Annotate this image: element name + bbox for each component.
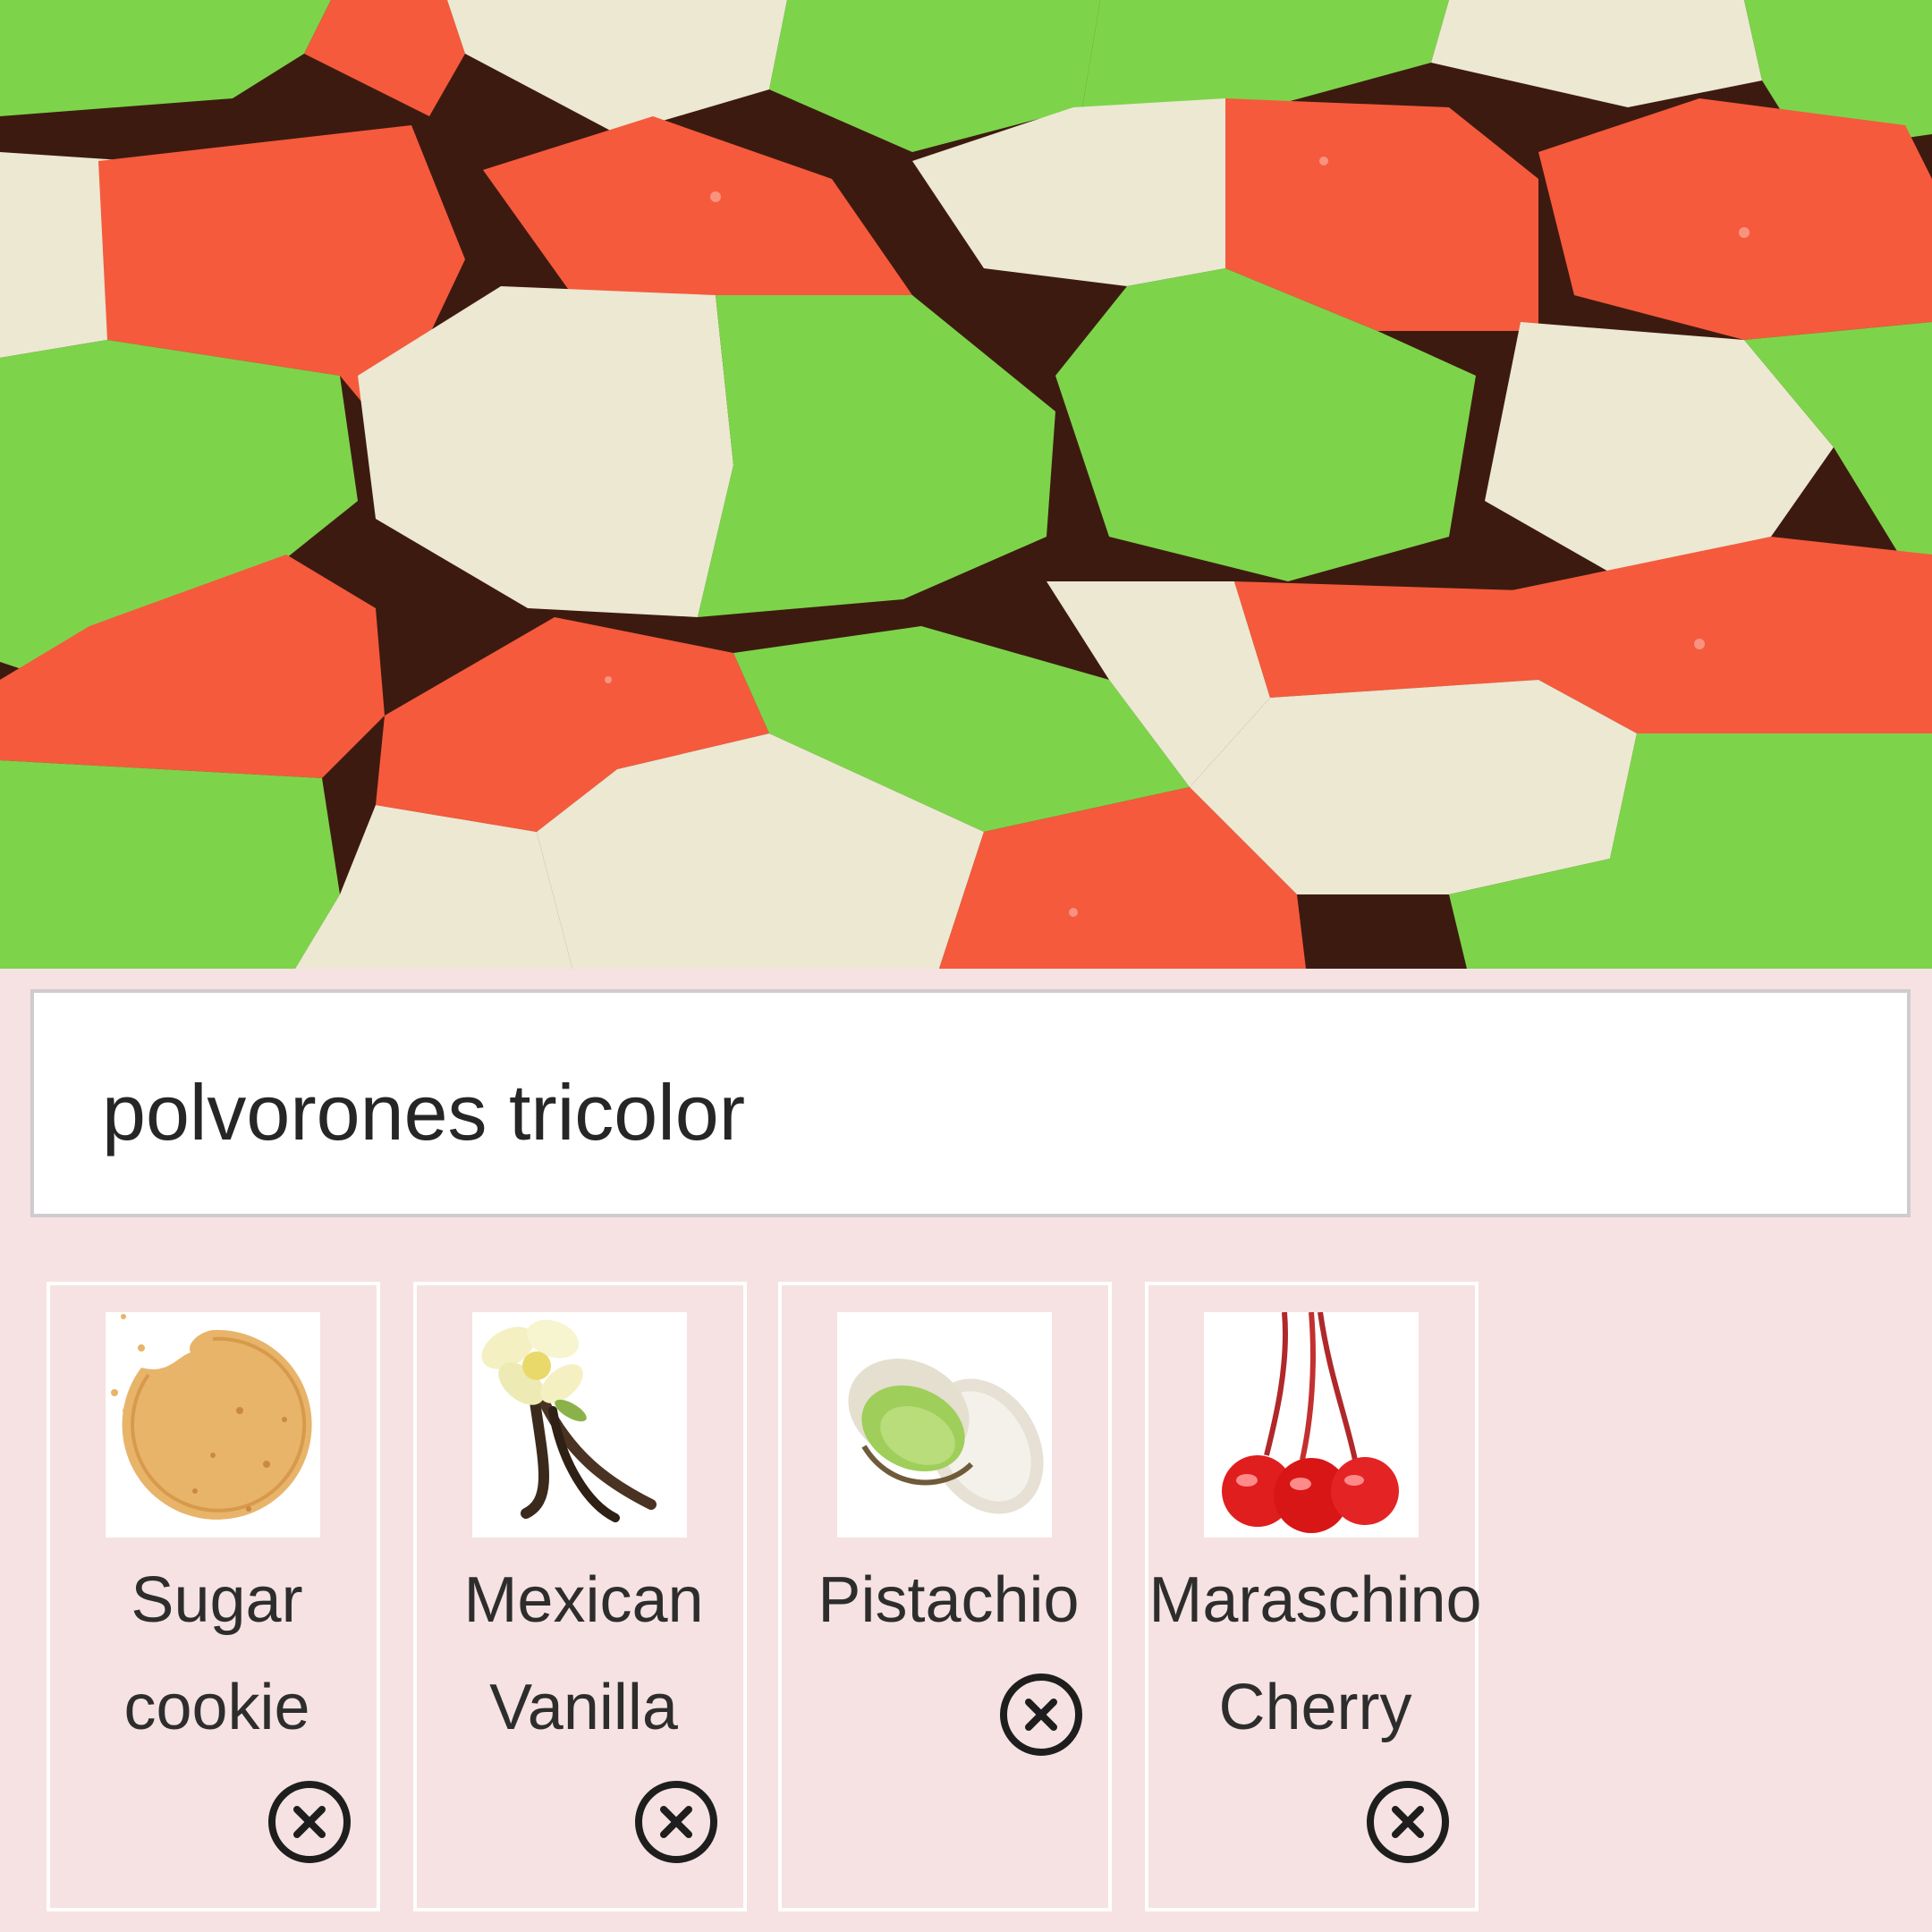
tricolor-cookies-illustration xyxy=(0,0,1932,969)
chip-label: Sugar cookie xyxy=(123,1564,310,1743)
cherry-image xyxy=(1204,1312,1419,1538)
flavor-chip-pistachio[interactable]: Pistachio xyxy=(778,1282,1112,1911)
hero-cookie-photo xyxy=(0,0,1932,969)
close-circle-icon xyxy=(635,1781,717,1863)
chip-label: Maraschino Cherry xyxy=(1148,1564,1482,1743)
chip-label: Mexican Vanilla xyxy=(463,1564,704,1743)
sugar-cookie-image xyxy=(106,1312,320,1538)
chip-label: Pistachio xyxy=(818,1564,1080,1636)
search-input-value: polvorones tricolor xyxy=(102,1068,745,1157)
close-circle-icon xyxy=(268,1781,351,1863)
close-circle-icon xyxy=(1000,1674,1082,1756)
remove-chip-button[interactable] xyxy=(631,1777,721,1867)
close-circle-icon xyxy=(1367,1781,1449,1863)
flavor-chip-mexican-vanilla[interactable]: Mexican Vanilla xyxy=(413,1282,747,1911)
search-input[interactable]: polvorones tricolor xyxy=(30,989,1911,1217)
pistachio-image xyxy=(837,1312,1052,1538)
flavor-chip-maraschino-cherry[interactable]: Maraschino Cherry xyxy=(1145,1282,1482,1911)
flavor-chip-sugar-cookie[interactable]: Sugar cookie xyxy=(47,1282,380,1911)
remove-chip-button[interactable] xyxy=(265,1777,354,1867)
vanilla-flower-image xyxy=(472,1312,687,1538)
remove-chip-button[interactable] xyxy=(996,1670,1086,1759)
remove-chip-button[interactable] xyxy=(1363,1777,1453,1867)
